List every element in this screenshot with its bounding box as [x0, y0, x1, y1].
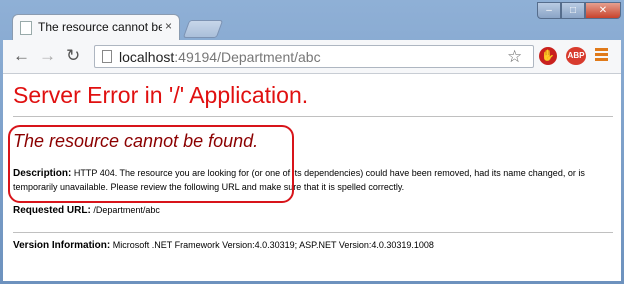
page-title: Server Error in '/' Application. [13, 82, 309, 108]
requested-url: Requested URL: /Department/abc [13, 205, 160, 216]
extension-stop-icon[interactable]: ✋ [539, 47, 557, 65]
window-controls: – □ ✕ [537, 2, 621, 20]
tab-title: The resource cannot be fo [38, 20, 162, 34]
page-favicon-icon [20, 21, 32, 35]
address-url[interactable]: localhost:49194/Department/abc [119, 49, 321, 65]
url-host: localhost [119, 49, 175, 65]
divider [13, 116, 613, 117]
browser-toolbar: ← → ↻ localhost:49194/Department/abc ☆ ✋… [3, 40, 621, 74]
bookmark-star-icon[interactable]: ☆ [507, 47, 522, 67]
url-path: :49194/Department/abc [174, 49, 321, 65]
reload-icon[interactable]: ↻ [66, 46, 80, 66]
requested-url-label: Requested URL: [13, 205, 91, 216]
browser-window: The resource cannot be fo × – □ ✕ ← → ↻ … [0, 0, 624, 284]
tab-close-icon[interactable]: × [165, 19, 177, 33]
browser-menu-icon[interactable] [595, 48, 608, 62]
tab-strip: The resource cannot be fo × – □ ✕ [0, 0, 624, 40]
requested-url-value: /Department/abc [93, 205, 160, 215]
new-tab-button[interactable] [182, 20, 224, 38]
back-arrow-icon[interactable]: ← [13, 46, 30, 66]
forward-arrow-icon[interactable]: → [39, 46, 56, 66]
version-information: Version Information: Microsoft .NET Fram… [13, 240, 434, 251]
adblock-plus-icon[interactable]: ABP [566, 47, 586, 65]
divider [13, 232, 613, 233]
close-window-button[interactable]: ✕ [585, 2, 621, 19]
annotation-highlight [8, 125, 294, 203]
version-label: Version Information: [13, 240, 111, 251]
maximize-button[interactable]: □ [561, 2, 585, 19]
browser-tab[interactable]: The resource cannot be fo × [12, 14, 180, 40]
address-bar[interactable]: localhost:49194/Department/abc ☆ [94, 45, 534, 68]
version-value: Microsoft .NET Framework Version:4.0.303… [112, 240, 434, 250]
page-icon [102, 50, 112, 63]
minimize-button[interactable]: – [537, 2, 561, 19]
